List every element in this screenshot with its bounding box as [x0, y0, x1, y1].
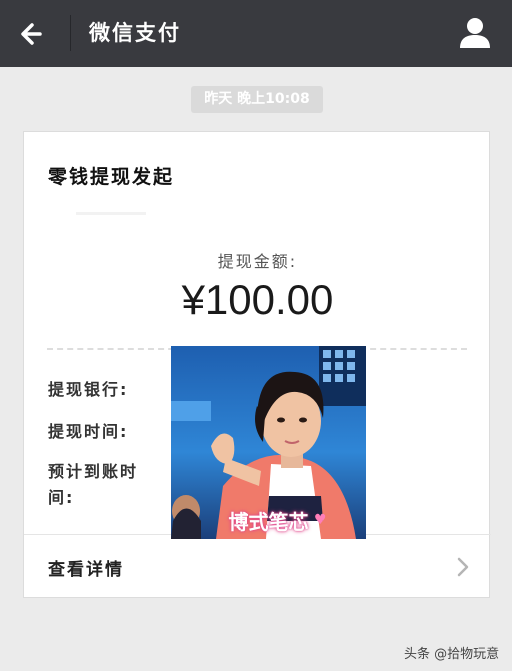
- bank-label: 提现银行:: [48, 380, 129, 399]
- header-divider: [70, 15, 71, 51]
- top-bar: 微信支付: [0, 0, 512, 67]
- amount-label: 提现金额:: [217, 252, 298, 271]
- chevron-right-icon: [457, 557, 469, 577]
- amount-value: ¥100.00: [181, 276, 334, 323]
- eta-label: 预计到账时间:: [48, 462, 139, 507]
- back-arrow-icon: [21, 23, 42, 45]
- photo-caption: 博式笔芯: [228, 510, 309, 534]
- watermark: 头条 @拾物玩意: [404, 647, 500, 662]
- faint-divider: [76, 212, 146, 215]
- person-icon: [460, 18, 490, 48]
- time-label: 提现时间:: [48, 422, 129, 441]
- details-label: 查看详情: [48, 560, 124, 580]
- card-title: 零钱提现发起: [48, 166, 175, 188]
- page-title: 微信支付: [89, 21, 181, 45]
- overlay-photo: ♥ 博式笔芯: [171, 346, 366, 539]
- view-details-button[interactable]: 查看详情: [24, 535, 491, 599]
- back-button[interactable]: [16, 16, 52, 52]
- message-timestamp: 昨天 晚上10:08: [191, 86, 323, 113]
- profile-button[interactable]: [456, 14, 494, 52]
